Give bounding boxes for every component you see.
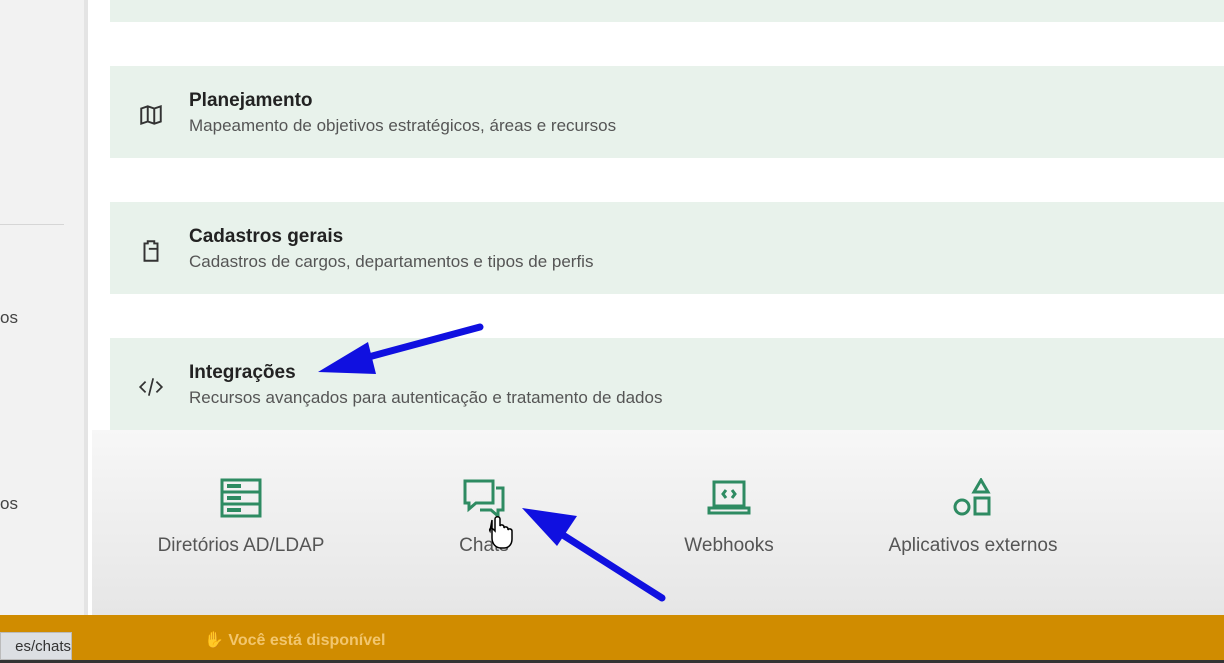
card-integracoes[interactable]: Integrações Recursos avançados para aute… [110, 338, 1224, 430]
laptop-code-icon [707, 480, 751, 515]
availability-text: Você está disponível [228, 632, 386, 649]
integration-ad-ldap[interactable]: Diretórios AD/LDAP [131, 478, 351, 557]
availability-status[interactable]: ✋ Você está disponível [204, 630, 385, 650]
card-description: Mapeamento de objetivos estratégicos, ár… [189, 116, 617, 135]
card-planejamento[interactable]: Planejamento Mapeamento de objetivos est… [110, 66, 1224, 158]
integration-webhooks[interactable]: Webhooks [619, 478, 839, 557]
card-title: Cadastros gerais [189, 226, 344, 247]
sidebar-divider [0, 224, 64, 225]
card-description: Recursos avançados para autenticação e t… [189, 388, 663, 407]
integration-chats[interactable]: Chats [374, 478, 594, 557]
sidebar-item-label[interactable]: os [0, 494, 18, 514]
card-title: Integrações [189, 362, 296, 383]
code-icon [138, 378, 164, 396]
integration-label: Webhooks [684, 535, 774, 556]
card-partial[interactable] [110, 0, 1224, 22]
url-tooltip: es/chats [0, 632, 72, 660]
integrations-panel: Diretórios AD/LDAP Chats Webhooks Aplica… [92, 430, 1224, 615]
card-cadastros-gerais[interactable]: Cadastros gerais Cadastros de cargos, de… [110, 202, 1224, 294]
card-description: Cadastros de cargos, departamentos e tip… [189, 252, 594, 271]
integration-label: Diretórios AD/LDAP [157, 535, 325, 556]
server-icon [220, 478, 262, 518]
integration-label: Aplicativos externos [888, 535, 1058, 556]
clipboard-icon [143, 240, 159, 262]
chat-icon [463, 479, 505, 520]
card-title: Planejamento [189, 90, 313, 111]
sidebar: os os [0, 0, 88, 615]
integration-label: Chats [459, 535, 509, 556]
status-bar: ✋ Você está disponível [0, 615, 1224, 663]
map-icon [140, 104, 162, 126]
shapes-icon [953, 477, 991, 516]
sidebar-item-label[interactable]: os [0, 308, 18, 328]
integration-external-apps[interactable]: Aplicativos externos [863, 477, 1083, 557]
